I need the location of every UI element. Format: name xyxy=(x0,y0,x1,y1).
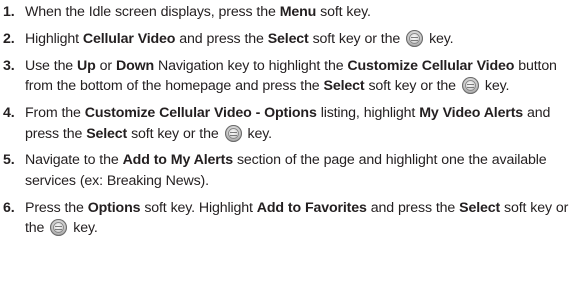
step-text-fragment: and press the xyxy=(175,30,268,47)
step-number: 6. xyxy=(3,199,15,216)
ok-key-icon xyxy=(224,124,242,142)
step-number: 3. xyxy=(3,57,15,74)
bold-term: Select xyxy=(86,125,128,142)
step-number: 5. xyxy=(3,152,15,169)
step-text-fragment: key. xyxy=(425,30,454,47)
step-text-fragment: or xyxy=(95,57,116,74)
step-text: Press the Options soft key. Highlight Ad… xyxy=(25,198,583,239)
step-text-fragment: Use the xyxy=(25,57,78,74)
step-text-fragment: Navigate to the xyxy=(25,152,123,169)
ok-key-icon xyxy=(461,77,479,95)
step-number: 1. xyxy=(3,4,15,20)
step-number: 2. xyxy=(3,30,15,47)
bold-term: Cellular Video xyxy=(82,30,176,47)
bold-term: Options xyxy=(87,199,141,216)
instruction-step: 3. Use the Up or Down Navigation key to h… xyxy=(3,56,583,97)
instruction-steps: 1. When the Idle screen displays, press t… xyxy=(3,2,583,245)
instruction-step: 5. Navigate to the Add to My Alerts secti… xyxy=(3,150,583,191)
instruction-step: 6. Press the Options soft key. Highlight … xyxy=(3,198,583,239)
instruction-step: 2. Highlight Cellular Video and press the… xyxy=(3,29,583,50)
step-text-fragment: soft key. Highlight xyxy=(140,199,257,216)
step-number: 4. xyxy=(3,104,15,121)
step-text: When the Idle screen displays, press the… xyxy=(25,2,583,23)
step-text-fragment: listing, highlight xyxy=(316,104,420,121)
step-text: From the Customize Cellular Video - Opti… xyxy=(25,103,583,144)
instruction-step: 1. When the Idle screen displays, press t… xyxy=(3,2,583,23)
bold-term: Customize Cellular Video xyxy=(347,57,515,74)
bold-term: Select xyxy=(267,30,309,47)
bold-term: My Video Alerts xyxy=(419,104,524,121)
step-text: Navigate to the Add to My Alerts section… xyxy=(25,150,583,191)
step-text-fragment: key. xyxy=(69,220,98,237)
ok-key-icon xyxy=(406,29,424,47)
bold-term: Add to Favorites xyxy=(256,199,367,216)
step-text-fragment: Press the xyxy=(25,199,88,216)
bold-term: Up xyxy=(77,57,96,74)
step-text-fragment: Highlight xyxy=(25,30,83,47)
bold-term: Select xyxy=(323,78,365,95)
step-text-fragment: key. xyxy=(480,78,510,95)
bold-term: Down xyxy=(115,57,154,74)
step-text-fragment: Navigation key to highlight the xyxy=(154,57,348,74)
step-text: Use the Up or Down Navigation key to hig… xyxy=(25,56,583,97)
bold-term: Customize Cellular Video - Options xyxy=(84,104,317,121)
step-text-fragment: From the xyxy=(25,104,85,121)
bold-term: Select xyxy=(459,199,501,216)
ok-key-icon xyxy=(50,219,68,237)
step-text-fragment: soft key or the xyxy=(127,125,223,142)
step-text-fragment: soft key or the xyxy=(364,78,460,95)
instruction-step: 4. From the Customize Cellular Video - Op… xyxy=(3,103,583,144)
bold-term: Menu xyxy=(279,4,317,20)
step-text-fragment: When the Idle screen displays, press the xyxy=(25,4,280,20)
bold-term: Add to My Alerts xyxy=(122,152,234,169)
step-text-fragment: key. xyxy=(243,125,273,142)
step-text-fragment: soft key or the xyxy=(308,30,405,47)
step-text-fragment: and press the xyxy=(366,199,460,216)
step-text: Highlight Cellular Video and press the S… xyxy=(25,29,583,50)
step-text-fragment: soft key. xyxy=(316,4,371,20)
